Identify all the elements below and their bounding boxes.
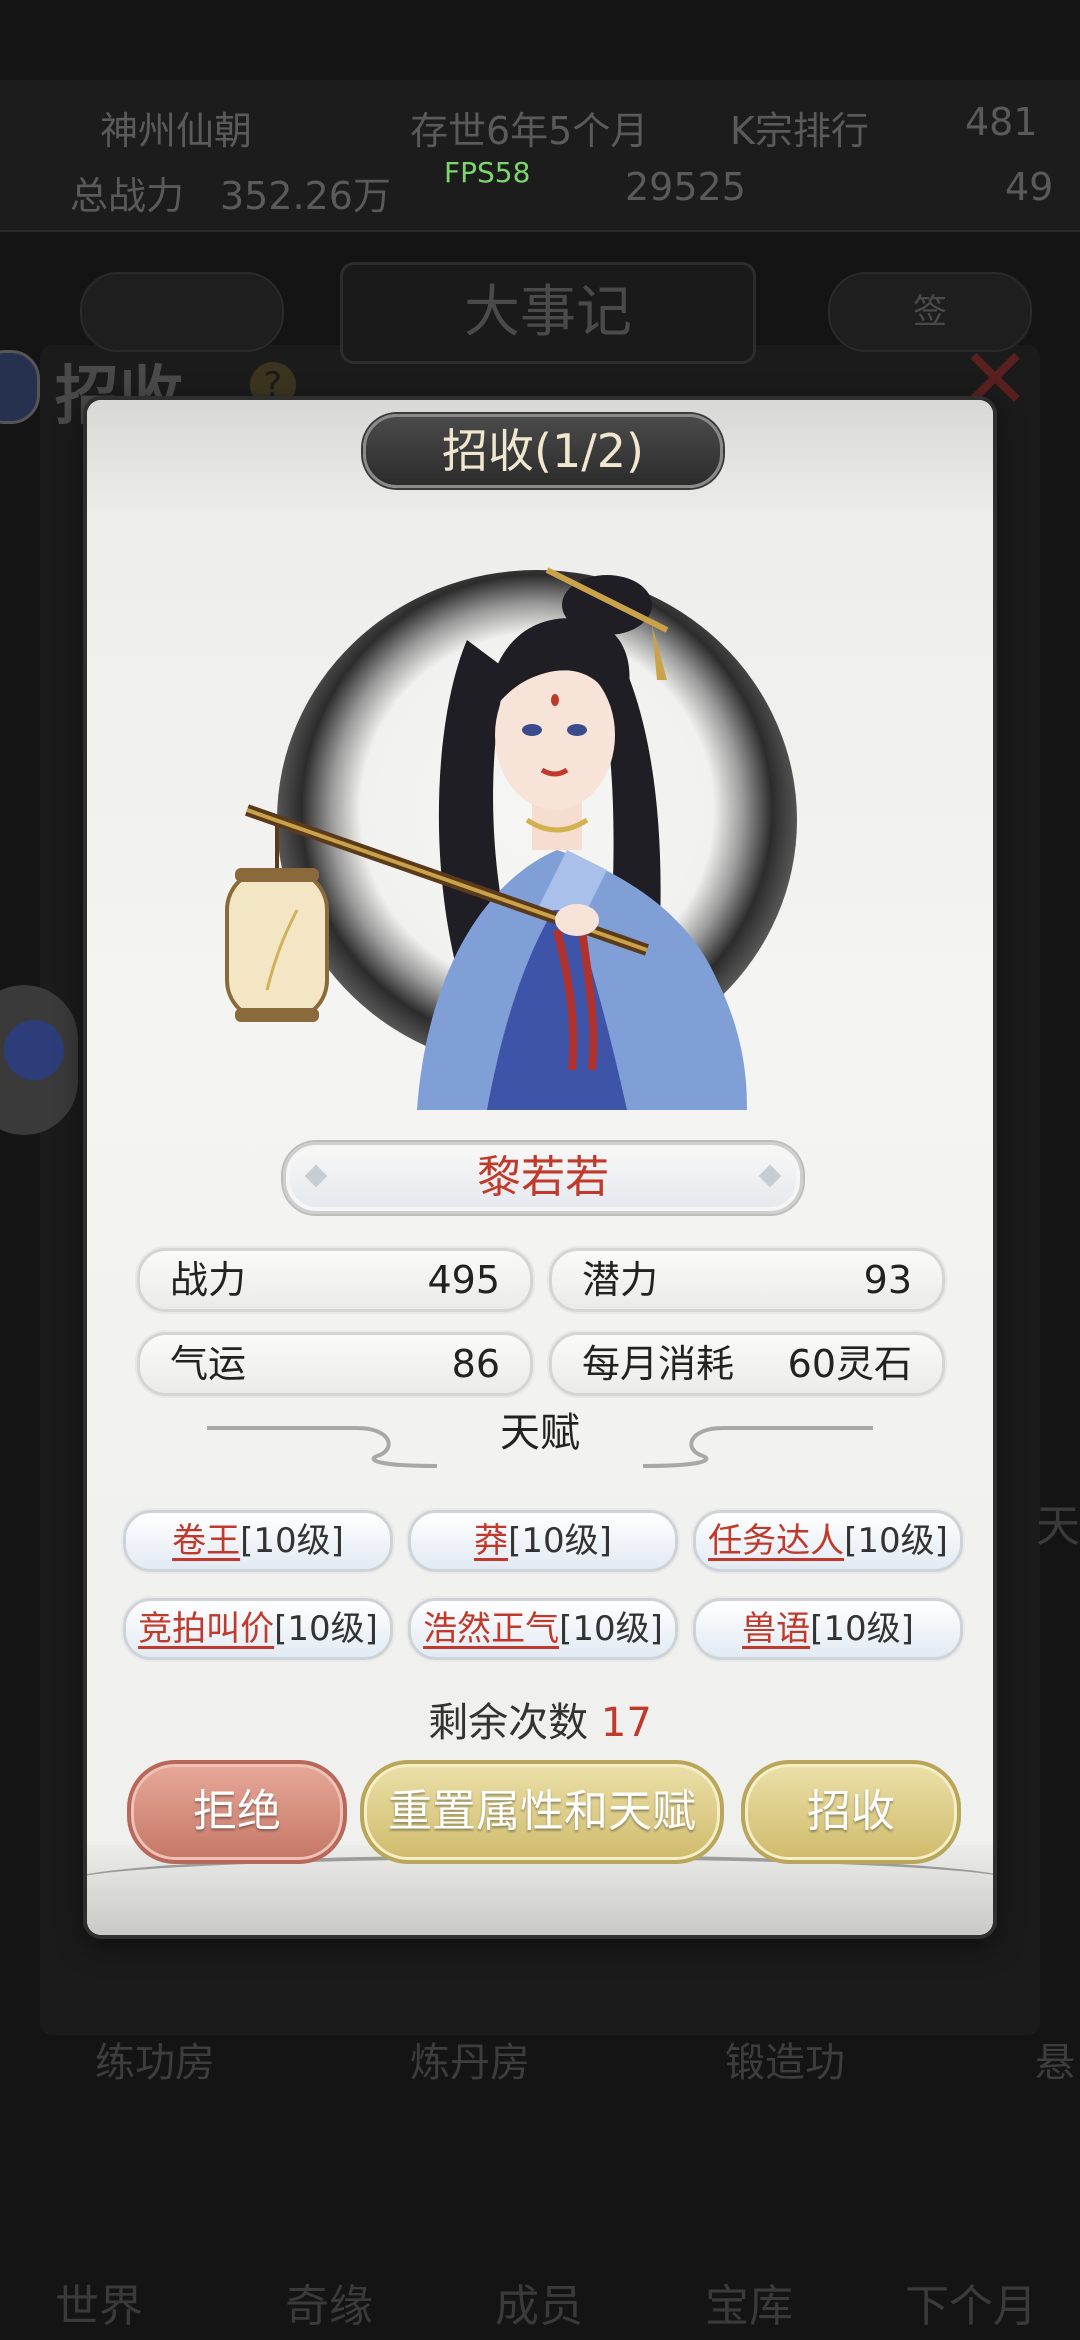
rank-value: 481	[965, 100, 1038, 144]
building-2: 炼丹房	[410, 2040, 530, 2086]
remaining-attempts: 剩余次数 17	[428, 1700, 652, 1746]
stat-combat-power: 战力 495	[137, 1248, 533, 1312]
reset-attributes-button[interactable]: 重置属性和天赋	[360, 1760, 724, 1864]
nav-adventure: 奇缘	[285, 2281, 373, 2332]
nav-members: 成员	[495, 2281, 583, 2332]
section-divider-right	[643, 1426, 873, 1468]
nav-treasury: 宝库	[705, 2281, 793, 2332]
resource-value: 29525	[625, 165, 746, 209]
resource-value-2: 49	[1005, 165, 1054, 209]
stat-luck: 气运 86	[137, 1332, 533, 1396]
building-1: 练功房	[95, 2040, 215, 2086]
stat-potential: 潜力 93	[549, 1248, 945, 1312]
character-portrait	[187, 550, 887, 1110]
top-status-bar: 神州仙朝 存世6年5个月 K宗排行 481 总战力 352.26万 29525 …	[0, 80, 1080, 232]
talent-tag[interactable]: 竞拍叫价[10级]	[123, 1598, 393, 1660]
reject-button[interactable]: 拒绝	[127, 1760, 347, 1864]
character-name: 黎若若	[283, 1142, 803, 1214]
assistant-float-icon[interactable]	[0, 985, 78, 1135]
age-text: 存世6年5个月	[410, 109, 649, 153]
remaining-count: 17	[600, 1700, 652, 1746]
dialog-title: 招收(1/2)	[363, 414, 723, 488]
talent-tag[interactable]: 卷王[10级]	[123, 1510, 393, 1572]
sect-name: 神州仙朝	[100, 109, 253, 153]
fps-counter: FPS58	[444, 156, 531, 189]
stat-monthly-cost: 每月消耗 60灵石	[549, 1332, 945, 1396]
talent-tag[interactable]: 莽[10级]	[408, 1510, 678, 1572]
character-illustration	[225, 567, 747, 1110]
talent-tag[interactable]: 任务达人[10级]	[693, 1510, 963, 1572]
recruit-dialog: 招收(1/2) 黎若若 战力 495 潜力 93 气运 86 每月消耗 60灵石…	[87, 400, 993, 1935]
recruit-button[interactable]: 招收	[741, 1760, 961, 1864]
talent-tag[interactable]: 浩然正气[10级]	[408, 1598, 678, 1660]
nav-world: 世界	[55, 2281, 143, 2332]
building-4: 悬	[1035, 2040, 1075, 2086]
float-bubble-icon[interactable]	[0, 350, 40, 424]
bg-title: 大事记	[340, 262, 756, 364]
nav-next-month: 下个月	[905, 2281, 1037, 2332]
bg-left-button	[80, 272, 284, 352]
right-edge-text: 天	[1036, 1501, 1080, 1552]
talent-tag[interactable]: 兽语[10级]	[693, 1598, 963, 1660]
power-value: 352.26万	[220, 174, 391, 218]
rank-label: K宗排行	[730, 109, 869, 153]
power-label: 总战力	[70, 174, 185, 218]
building-3: 锻造功	[725, 2040, 845, 2086]
